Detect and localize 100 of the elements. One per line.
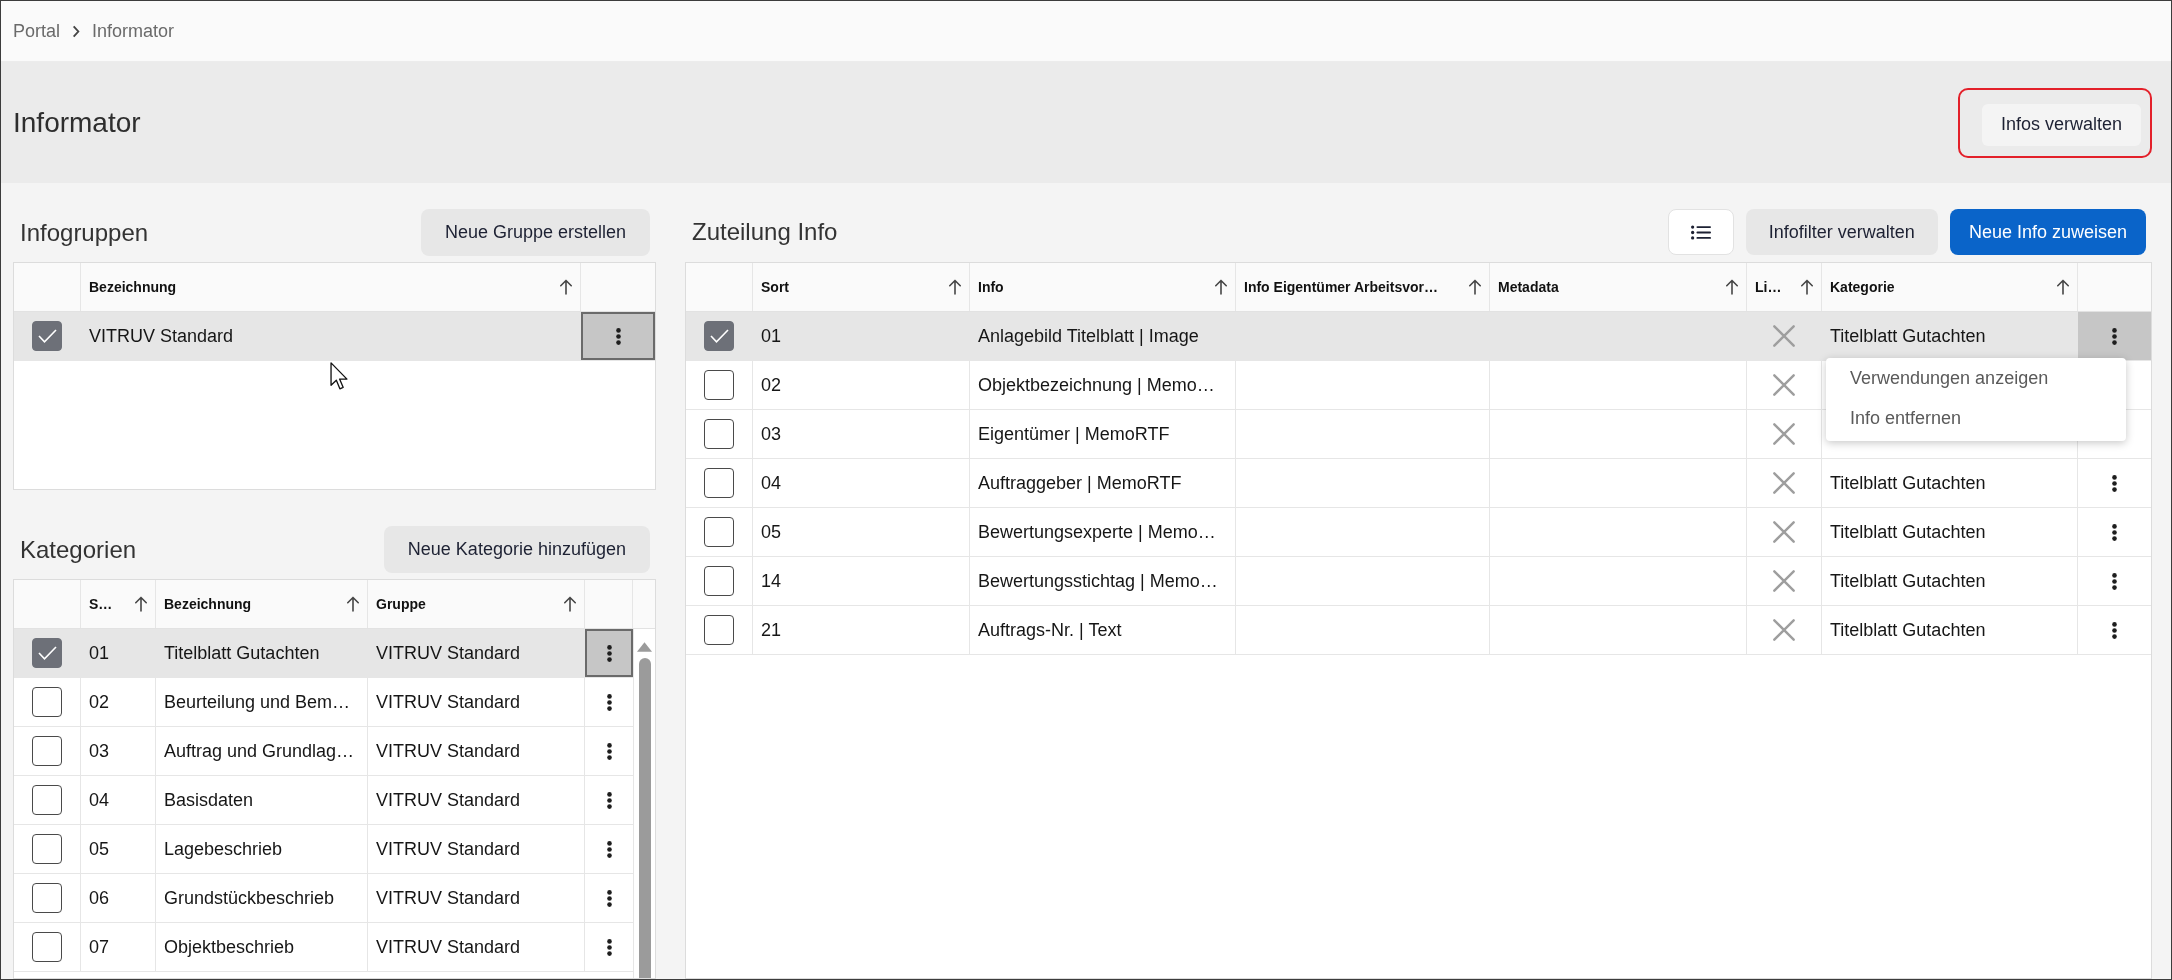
row-checkbox[interactable] — [32, 687, 62, 717]
column-header[interactable]: S… — [81, 580, 156, 628]
sort-arrow-icon — [1800, 279, 1814, 295]
chevron-right-icon — [72, 24, 81, 38]
table-cell: Bewertungsexperte | Memo… — [970, 508, 1236, 556]
table-row[interactable]: 07 Objektbeschrieb VITRUV Standard — [14, 923, 633, 972]
table-cell: 02 — [81, 678, 156, 726]
table-cell: Auftrags-Nr. | Text — [970, 606, 1236, 654]
row-checkbox[interactable] — [704, 615, 734, 645]
row-checkbox[interactable] — [32, 638, 62, 668]
column-header[interactable]: Info — [970, 263, 1236, 311]
table-cell: Titelblatt Gutachten — [1822, 557, 2078, 605]
table-cell: 02 — [753, 361, 970, 409]
table-cell: 21 — [753, 606, 970, 654]
dots-vertical-icon — [2112, 572, 2117, 590]
column-header[interactable]: Info Eigentümer Arbeitsvor… — [1236, 263, 1490, 311]
dots-vertical-icon — [2112, 523, 2117, 541]
table-cell: Basisdaten — [156, 776, 368, 824]
table-cell: Eigentümer | MemoRTF — [970, 410, 1236, 458]
table-row[interactable]: 04 Basisdaten VITRUV Standard — [14, 776, 633, 825]
sort-arrow-icon — [1725, 279, 1739, 295]
sort-arrow-icon — [1468, 279, 1482, 295]
sort-arrow-icon — [1214, 279, 1228, 295]
table-cell: 07 — [81, 923, 156, 971]
row-checkbox[interactable] — [32, 321, 62, 351]
sort-arrow-icon — [559, 279, 573, 295]
dots-vertical-icon — [606, 693, 612, 711]
table-cell: Beurteilung und Bem… — [156, 678, 368, 726]
menu-item[interactable]: Verwendungen anzeigen — [1826, 358, 2126, 398]
table-cell: Titelblatt Gutachten — [1822, 459, 2078, 507]
table-cell: Objektbezeichnung | Memo… — [970, 361, 1236, 409]
table-cell: 03 — [81, 727, 156, 775]
column-header[interactable]: Bezeichnung — [156, 580, 368, 628]
table-cell: 01 — [81, 629, 156, 677]
table-cell: VITRUV Standard — [368, 923, 585, 971]
table-cell: 05 — [81, 825, 156, 873]
table-cell: Objektbeschrieb — [156, 923, 368, 971]
row-checkbox[interactable] — [704, 321, 734, 351]
table-row[interactable]: 14 Bewertungsstichtag | Memo… Titelblatt Gutachten — [686, 557, 2151, 606]
row-checkbox[interactable] — [32, 932, 62, 962]
table-row[interactable]: 21 Auftrags-Nr. | Text Titelblatt Gutachten — [686, 606, 2151, 655]
table-cell: VITRUV Standard — [368, 727, 585, 775]
row-checkbox[interactable] — [704, 517, 734, 547]
dots-vertical-icon — [606, 889, 612, 907]
table-cell: Auftrag und Grundlag… — [156, 727, 368, 775]
table-row[interactable]: VITRUV Standard — [14, 312, 655, 361]
column-header[interactable]: Kategorie — [1822, 263, 2078, 311]
table-row[interactable]: 03 Auftrag und Grundlag… VITRUV Standard — [14, 727, 633, 776]
table-cell: Lagebeschrieb — [156, 825, 368, 873]
table-cell: 06 — [81, 874, 156, 922]
dots-vertical-icon — [2112, 327, 2117, 345]
scrollbar-thumb[interactable] — [638, 658, 651, 978]
section-title: Zuteilung Info — [692, 218, 838, 246]
create-group-button[interactable]: Neue Gruppe erstellen — [420, 209, 650, 256]
column-header[interactable]: Sort — [753, 263, 970, 311]
scroll-up-icon[interactable] — [637, 642, 652, 652]
manage-infos-button[interactable]: Infos verwalten — [1981, 103, 2141, 146]
assign-info-button[interactable]: Neue Info zuweisen — [1949, 209, 2146, 255]
mouse-cursor-icon — [330, 362, 348, 390]
page-title: Informator — [13, 106, 141, 139]
table-cell: VITRUV Standard — [368, 825, 585, 873]
table-row[interactable]: 06 Grundstückbeschrieb VITRUV Standard — [14, 874, 633, 923]
table-row[interactable]: 05 Lagebeschrieb VITRUV Standard — [14, 825, 633, 874]
column-header[interactable]: Bezeichnung — [81, 263, 581, 311]
column-header[interactable]: Gruppe — [368, 580, 585, 628]
table-cell: VITRUV Standard — [368, 776, 585, 824]
sort-arrow-icon — [563, 596, 577, 612]
dots-vertical-icon — [606, 644, 612, 662]
table-cell: Grundstückbeschrieb — [156, 874, 368, 922]
add-category-button[interactable]: Neue Kategorie hinzufügen — [383, 526, 650, 573]
table-cell: 05 — [753, 508, 970, 556]
table-row[interactable]: 04 Auftraggeber | MemoRTF Titelblatt Gutachten — [686, 459, 2151, 508]
table-cell: Anlagebild Titelblatt | Image — [970, 312, 1236, 360]
filter-button[interactable]: Infofilter verwalten — [1745, 209, 1938, 255]
row-checkbox[interactable] — [704, 370, 734, 400]
sort-arrow-icon — [346, 596, 360, 612]
dots-vertical-icon — [606, 791, 612, 809]
row-checkbox[interactable] — [32, 736, 62, 766]
row-checkbox[interactable] — [32, 785, 62, 815]
breadcrumb-link[interactable]: Portal — [13, 20, 61, 42]
section-title: Kategorien — [20, 535, 137, 564]
row-checkbox[interactable] — [32, 883, 62, 913]
table-row[interactable]: 02 Beurteilung und Bem… VITRUV Standard — [14, 678, 633, 727]
table-cell: 04 — [81, 776, 156, 824]
list-view-button[interactable] — [1667, 209, 1734, 255]
row-checkbox[interactable] — [32, 834, 62, 864]
dots-vertical-icon — [2112, 621, 2117, 639]
table-cell: Bewertungsstichtag | Memo… — [970, 557, 1236, 605]
table-cell: Titelblatt Gutachten — [156, 629, 368, 677]
table-row[interactable]: 05 Bewertungsexperte | Memo… Titelblatt Gutachten — [686, 508, 2151, 557]
row-checkbox[interactable] — [704, 566, 734, 596]
column-header[interactable]: Li… — [1747, 263, 1822, 311]
dots-vertical-icon — [2112, 474, 2117, 492]
column-header[interactable]: Metadata — [1490, 263, 1747, 311]
table-row[interactable]: 01 Titelblatt Gutachten VITRUV Standard — [14, 629, 633, 678]
dots-vertical-icon — [606, 938, 612, 956]
section-title: Infogruppen — [20, 218, 149, 247]
sort-arrow-icon — [134, 596, 148, 612]
row-checkbox[interactable] — [704, 468, 734, 498]
row-checkbox[interactable] — [704, 419, 734, 449]
